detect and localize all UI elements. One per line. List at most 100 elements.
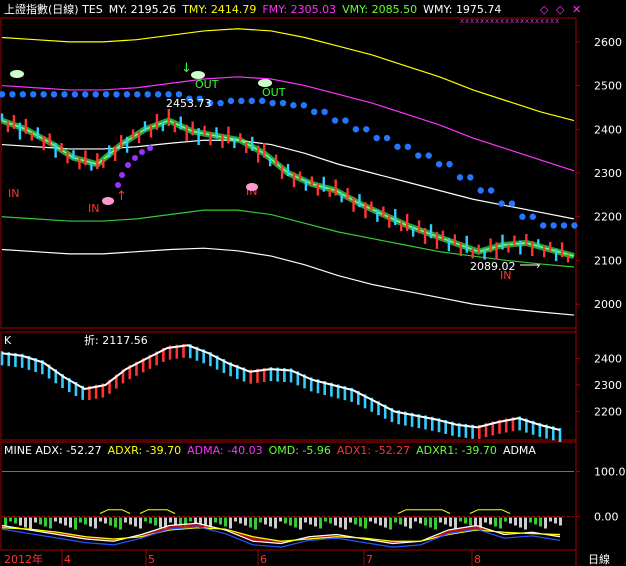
support-dot	[435, 161, 443, 168]
support-dot	[290, 102, 297, 109]
support-dot	[248, 97, 255, 105]
adx-y-tick-label: 100.0	[594, 466, 626, 479]
y-tick-label: 2500	[594, 80, 622, 93]
candle	[411, 226, 415, 237]
candle	[531, 241, 534, 257]
period-label[interactable]: 日線	[588, 552, 610, 566]
candle	[548, 242, 552, 251]
adx-histogram-bar	[119, 517, 122, 530]
k-y-tick-label: 2200	[594, 406, 622, 419]
adx-histogram-bar	[544, 517, 547, 529]
candle	[114, 146, 117, 162]
adx-histogram-bar	[469, 517, 472, 526]
support-dot	[154, 91, 162, 98]
x-marker: x	[505, 17, 509, 25]
support-dot	[82, 91, 89, 98]
support-dot	[269, 99, 276, 107]
adx-histogram-bar	[404, 517, 407, 527]
x-marker: x	[545, 17, 549, 25]
trend-band	[0, 117, 575, 259]
adx-histogram-bar	[194, 517, 197, 524]
x-marker: x	[495, 17, 499, 25]
diamond-icon[interactable]: ◇	[540, 3, 549, 16]
in-label-1: IN	[8, 187, 19, 200]
support-dot	[571, 222, 578, 229]
adx-histogram-bar	[319, 517, 322, 529]
header-item: WMY: 1975.74	[423, 3, 501, 16]
adx-histogram-bar	[159, 517, 162, 528]
header-item: TMY: 2414.79	[181, 3, 256, 16]
candle	[554, 249, 558, 262]
candle	[400, 222, 403, 232]
k-panel-value: 折: 2117.56	[84, 333, 148, 347]
adx-histogram-bar	[89, 517, 92, 527]
adx-header-item: OMD: -5.96	[269, 444, 331, 457]
candle	[465, 235, 468, 253]
x-marker: x	[555, 17, 559, 25]
candle	[405, 213, 409, 231]
month-label: 4	[64, 553, 71, 566]
adx-histogram-bar	[419, 517, 422, 524]
adx-histogram-bar	[379, 517, 382, 526]
adx-histogram-bar	[444, 517, 447, 525]
adx-histogram-bar	[19, 517, 22, 526]
candle	[274, 154, 278, 166]
candle	[525, 233, 528, 246]
candle	[197, 128, 200, 146]
candle	[328, 188, 331, 197]
adx-histogram-bar	[519, 517, 522, 528]
k-line	[1, 344, 561, 432]
in-label-2: IN	[88, 202, 99, 215]
candle	[90, 162, 93, 171]
candle	[48, 133, 51, 146]
support-dot	[227, 97, 235, 105]
candle	[84, 150, 87, 166]
price-line	[1, 119, 575, 257]
candle	[298, 171, 302, 180]
adx-histogram-bar	[104, 517, 107, 524]
support-dot	[92, 91, 99, 98]
candle	[119, 135, 123, 149]
close-icon[interactable]: ✕	[572, 3, 581, 16]
diamond-icon-2[interactable]: ◇	[556, 3, 565, 16]
chart-window: xxxxxxxxxxxxxxxxxxxx 2600 2500 2400 2300 220…	[0, 0, 626, 566]
candle	[423, 228, 427, 245]
candle	[251, 136, 254, 151]
adx-histogram-bar	[174, 517, 177, 525]
candle	[36, 127, 39, 139]
month-label: 5	[148, 553, 155, 566]
x-marker: x	[535, 17, 539, 25]
adx-histogram-bar	[514, 517, 517, 526]
candle	[96, 153, 99, 170]
adx-step	[397, 509, 451, 514]
support-dot	[238, 97, 245, 105]
candle	[453, 234, 457, 246]
adx-histogram-bar	[74, 517, 77, 530]
adx-histogram-bar	[314, 517, 317, 527]
candle	[417, 220, 421, 234]
adx-header-item: ADMA	[503, 444, 536, 457]
support-dot	[425, 152, 432, 159]
month-label: 6	[260, 553, 267, 566]
candle	[42, 136, 45, 151]
adx-histogram-bar	[429, 517, 432, 528]
x-marker: x	[490, 17, 494, 25]
adx-histogram-bar	[14, 517, 17, 524]
y-tick-label: 2200	[594, 211, 622, 224]
adx-histogram-bar	[529, 517, 532, 523]
adx-step	[99, 509, 131, 514]
adx-histogram-bar	[339, 517, 342, 528]
adx-histogram-bar	[399, 517, 402, 525]
candle	[108, 145, 111, 158]
support-dot	[373, 134, 380, 142]
candle	[149, 124, 153, 138]
support-dot	[311, 108, 318, 116]
support-dot	[487, 187, 495, 194]
candle	[447, 238, 451, 252]
adx-histogram-bar	[359, 517, 362, 527]
candle	[268, 158, 272, 167]
adx-histogram-bar	[539, 517, 542, 527]
candle	[155, 113, 159, 130]
adx-histogram-bar	[34, 517, 37, 523]
candle	[6, 121, 10, 133]
